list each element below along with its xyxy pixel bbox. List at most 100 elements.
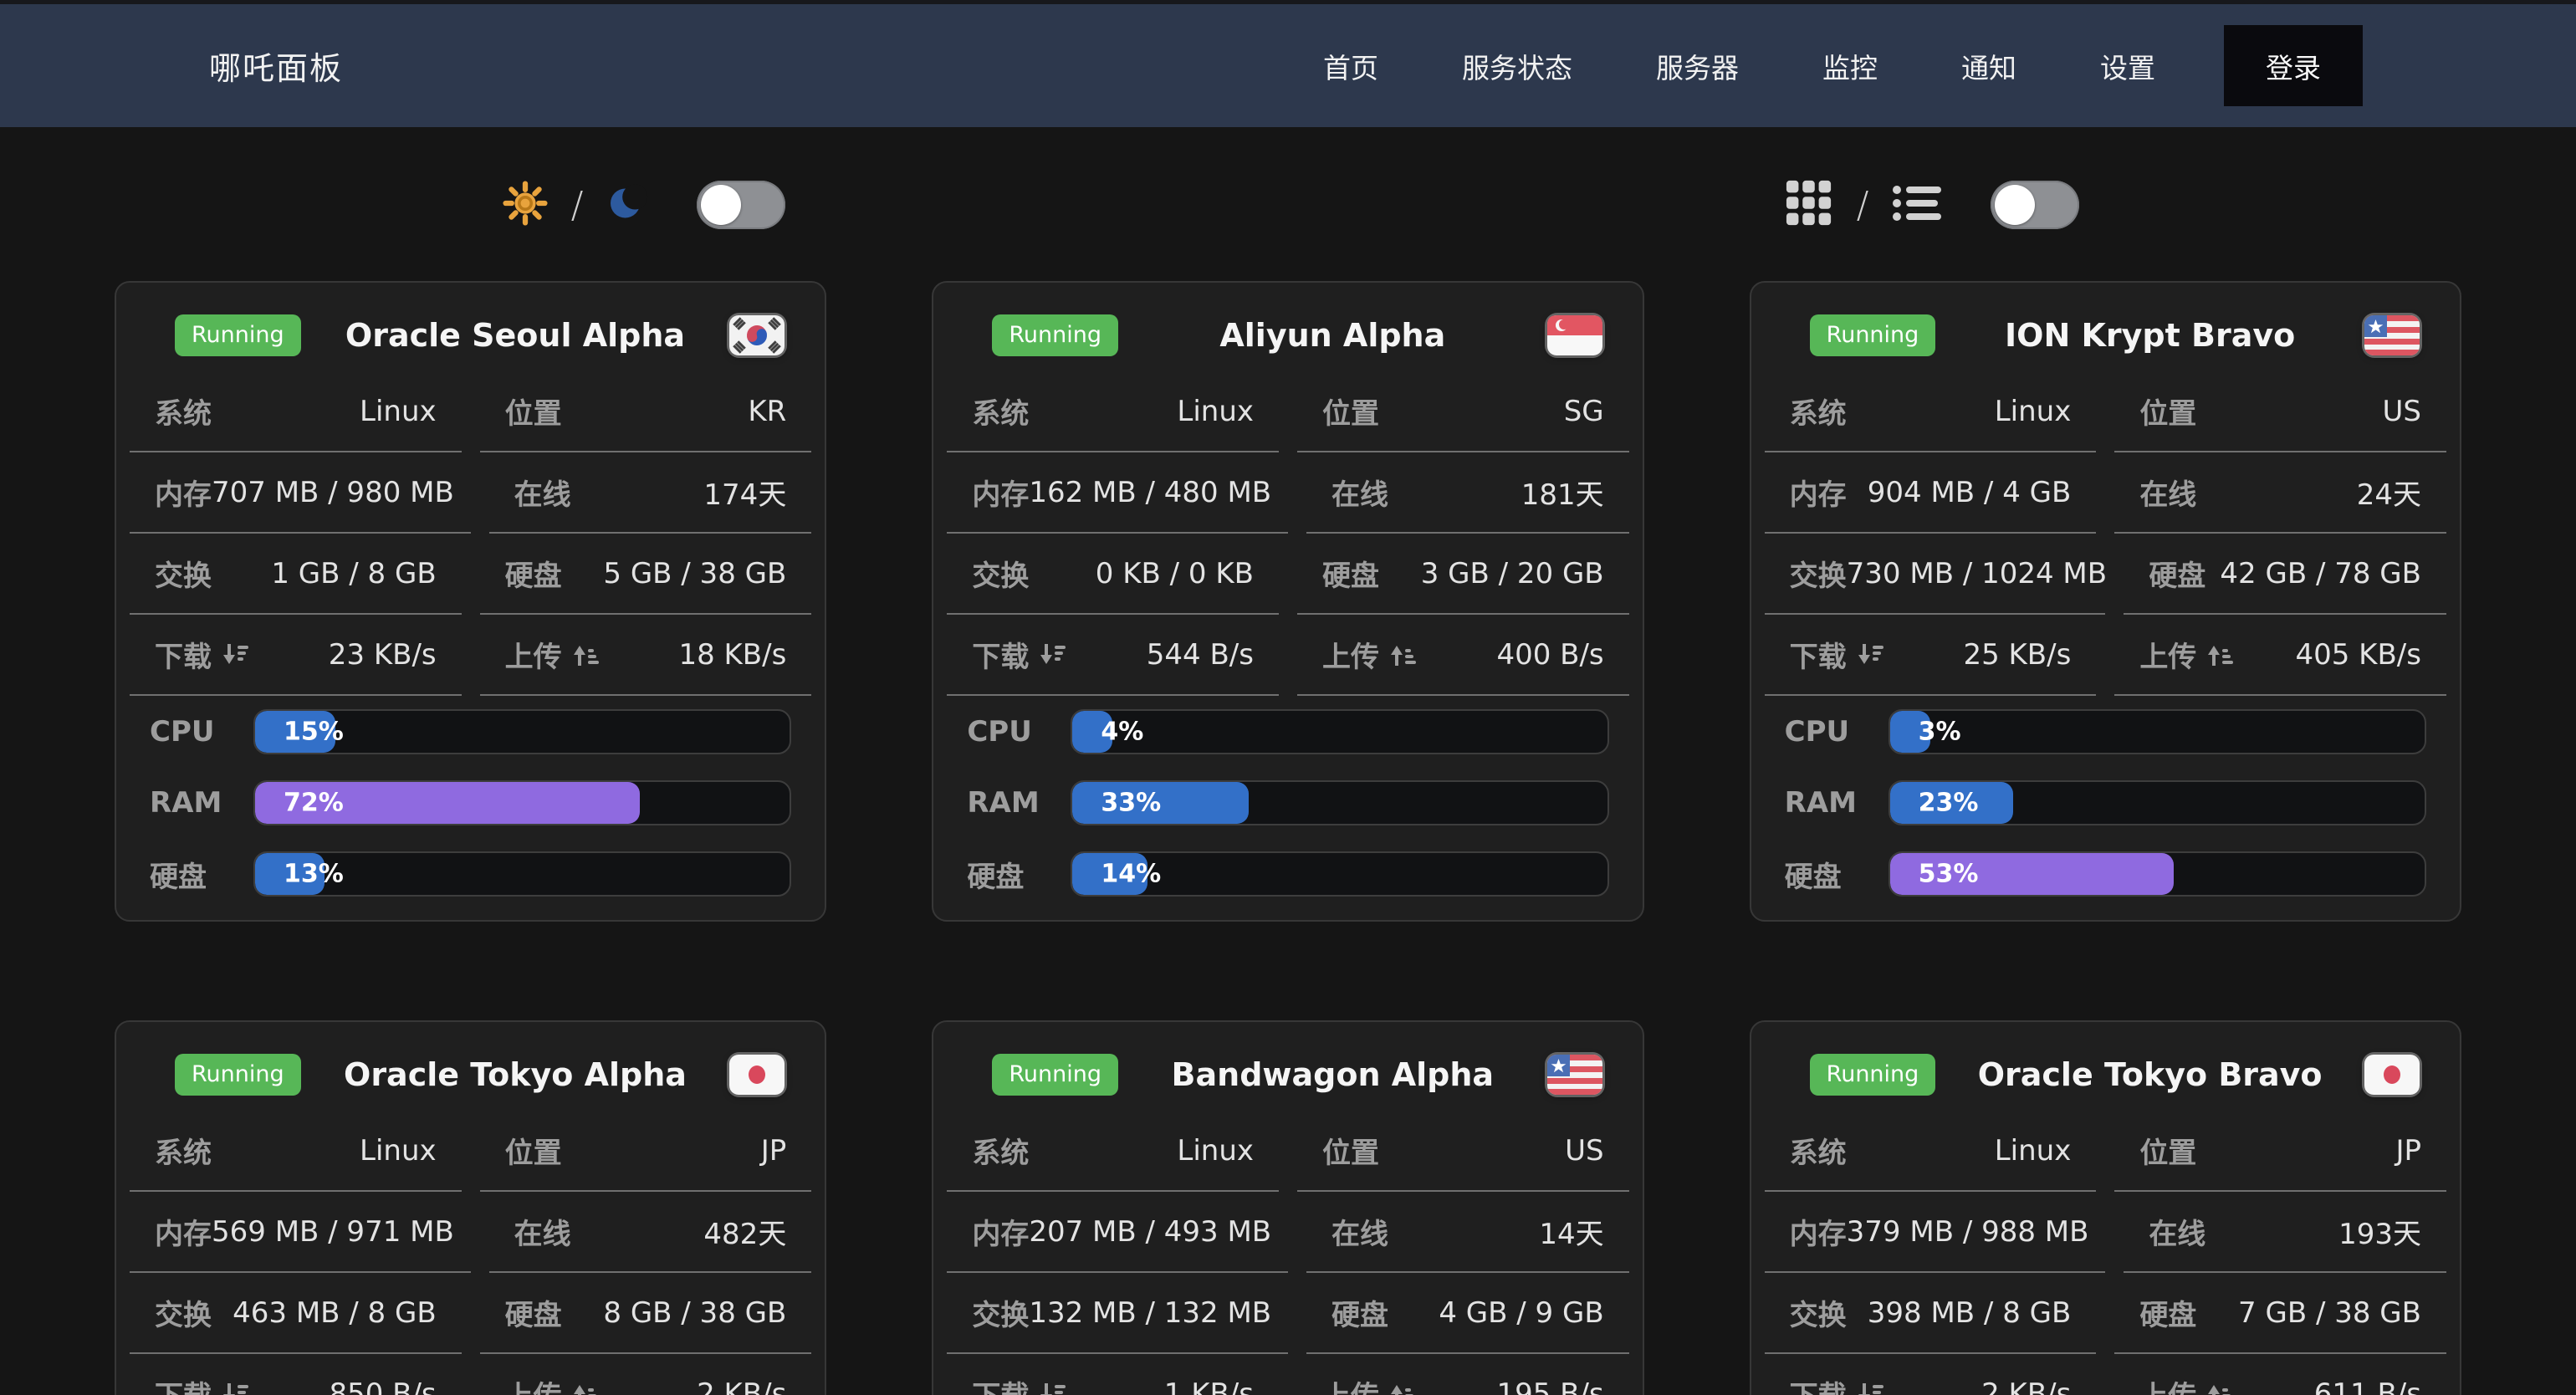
uptime-value: 174天 xyxy=(703,472,786,513)
info-row-network: 下载 850 B/s 上传 xyxy=(130,1354,811,1395)
nav-menu: 首页 服务状态 服务器 监控 通知 设置 登录 xyxy=(1323,25,2363,106)
bar-label: CPU xyxy=(967,715,1071,749)
memory-label: 内存 xyxy=(1790,472,1847,513)
status-badge: Running xyxy=(175,314,301,356)
download-value: 25 KB/s xyxy=(1963,638,2071,672)
server-info-table: 系统 Linux 位置 US 内存 207 MB / 493 MB 在线 14天 xyxy=(947,1111,1628,1395)
memory-label: 内存 xyxy=(972,1211,1029,1252)
swap-label: 交换 xyxy=(155,1292,212,1333)
theme-toggle-group: / xyxy=(0,161,1288,249)
bar-label: 硬盘 xyxy=(150,854,253,895)
disk-label: 硬盘 xyxy=(505,553,562,594)
upload-value: 195 B/s xyxy=(1496,1377,1603,1395)
bar-label: RAM xyxy=(967,786,1071,820)
usage-bars: CPU 4% RAM 33% 硬盘14% xyxy=(933,696,1642,897)
server-card-header: Running ION Krypt Bravo xyxy=(1751,311,2460,360)
progress-percent: 33% xyxy=(1101,789,1161,818)
nav-item-settings[interactable]: 设置 xyxy=(2100,46,2155,86)
app-title: 哪吒面板 xyxy=(209,43,343,89)
nav-item-notifications[interactable]: 通知 xyxy=(1961,46,2016,86)
server-name: Aliyun Alpha xyxy=(1118,317,1547,354)
location-value: KR xyxy=(748,395,786,428)
moon-icon xyxy=(606,182,648,227)
info-row-swap-disk: 交换 1 GB / 8 GB 硬盘 5 GB / 38 GB xyxy=(130,534,811,615)
memory-value: 162 MB / 480 MB xyxy=(1029,476,1271,509)
disk-label: 硬盘 xyxy=(2149,553,2205,594)
toolbar: / / xyxy=(0,161,2576,249)
view-toggle-switch[interactable] xyxy=(1991,181,2079,229)
system-label: 系统 xyxy=(1790,391,1847,432)
info-row-swap-disk: 交换 730 MB / 1024 MB 硬盘 42 GB / 78 GB xyxy=(1765,534,2446,615)
info-row-network: 下载 544 B/s 上传 xyxy=(947,615,1628,696)
server-name: Oracle Tokyo Alpha xyxy=(301,1056,730,1093)
nav-item-service-status[interactable]: 服务状态 xyxy=(1462,46,1572,86)
server-info-table: 系统 Linux 位置 US 内存 904 MB / 4 GB 在线 24天 xyxy=(1765,371,2446,696)
info-row-system-location: 系统 Linux 位置 JP xyxy=(130,1111,811,1192)
info-row-swap-disk: 交换 132 MB / 132 MB 硬盘 4 GB / 9 GB xyxy=(947,1273,1628,1354)
server-card-header: Running Oracle Seoul Alpha xyxy=(116,311,825,360)
system-label: 系统 xyxy=(155,1130,212,1171)
download-sort-icon xyxy=(222,641,248,668)
upload-sort-icon xyxy=(2206,641,2233,668)
navbar: 哪吒面板 首页 服务状态 服务器 监控 通知 设置 登录 xyxy=(0,0,2576,127)
info-row-memory-uptime: 内存 569 MB / 971 MB 在线 482天 xyxy=(130,1192,811,1273)
bar-label: 硬盘 xyxy=(967,854,1071,895)
server-card[interactable]: Running Bandwagon Alpha 系统 Linux 位置 US 内… xyxy=(932,1020,1643,1395)
info-row-memory-uptime: 内存 904 MB / 4 GB 在线 24天 xyxy=(1765,452,2446,534)
nav-item-home[interactable]: 首页 xyxy=(1323,46,1378,86)
download-label: 下载 xyxy=(155,634,248,675)
location-label: 位置 xyxy=(505,391,562,432)
login-button[interactable]: 登录 xyxy=(2224,25,2363,106)
memory-label: 内存 xyxy=(1790,1211,1847,1252)
disk-value: 42 GB / 78 GB xyxy=(2220,557,2421,590)
nav-item-servers[interactable]: 服务器 xyxy=(1656,46,1739,86)
usage-bar-row: RAM23% xyxy=(1785,780,2426,825)
progress-percent: 23% xyxy=(1919,789,1979,818)
progress-track: 4% xyxy=(1071,709,1608,754)
swap-value: 398 MB / 8 GB xyxy=(1868,1296,2072,1330)
disk-value: 7 GB / 38 GB xyxy=(2238,1296,2421,1330)
progress-percent: 4% xyxy=(1101,718,1143,747)
memory-value: 569 MB / 971 MB xyxy=(212,1215,454,1249)
swap-label: 交换 xyxy=(972,553,1029,594)
bar-label: CPU xyxy=(150,715,253,749)
server-card[interactable]: Running ION Krypt Bravo 系统 Linux 位置 US 内… xyxy=(1750,281,2461,922)
upload-label: 上传 xyxy=(1322,634,1416,675)
system-label: 系统 xyxy=(155,391,212,432)
server-info-table: 系统 Linux 位置 SG 内存 162 MB / 480 MB 在线 181… xyxy=(947,371,1628,696)
progress-track: 3% xyxy=(1889,709,2426,754)
country-flag-icon xyxy=(1547,315,1602,355)
info-row-system-location: 系统 Linux 位置 US xyxy=(1765,371,2446,452)
view-toggle-group: / xyxy=(1288,161,2576,249)
info-row-memory-uptime: 内存 207 MB / 493 MB 在线 14天 xyxy=(947,1192,1628,1273)
download-label: 下载 xyxy=(972,634,1066,675)
server-name: Bandwagon Alpha xyxy=(1118,1056,1547,1093)
usage-bar-row: CPU3% xyxy=(1785,709,2426,754)
info-row-network: 下载 1 KB/s 上传 xyxy=(947,1354,1628,1395)
uptime-value: 482天 xyxy=(703,1211,786,1252)
upload-sort-icon xyxy=(1389,641,1416,668)
disk-label: 硬盘 xyxy=(1331,1292,1388,1333)
server-card[interactable]: Running Oracle Seoul Alpha 系统 Linux 位置 K… xyxy=(115,281,826,922)
download-sort-icon xyxy=(222,1381,248,1395)
system-value: Linux xyxy=(360,1134,437,1168)
location-value: SG xyxy=(1564,395,1604,428)
nav-item-monitoring[interactable]: 监控 xyxy=(1822,46,1878,86)
usage-bar-row: 硬盘14% xyxy=(967,851,1608,897)
disk-value: 8 GB / 38 GB xyxy=(603,1296,786,1330)
uptime-value: 14天 xyxy=(1539,1211,1603,1252)
disk-value: 3 GB / 20 GB xyxy=(1421,557,1604,590)
swap-value: 1 GB / 8 GB xyxy=(271,557,436,590)
theme-toggle-switch[interactable] xyxy=(697,181,785,229)
download-sort-icon xyxy=(1039,1381,1066,1395)
country-flag-icon xyxy=(1547,1055,1602,1095)
server-card[interactable]: Running Aliyun Alpha 系统 Linux 位置 SG 内存 1… xyxy=(932,281,1643,922)
memory-label: 内存 xyxy=(155,472,212,513)
server-card[interactable]: Running Oracle Tokyo Alpha 系统 Linux 位置 J… xyxy=(115,1020,826,1395)
system-value: Linux xyxy=(1177,395,1254,428)
progress-track: 13% xyxy=(253,851,791,897)
status-badge: Running xyxy=(175,1054,301,1096)
view-separator: / xyxy=(1857,184,1869,227)
usage-bar-row: RAM72% xyxy=(150,780,791,825)
server-card[interactable]: Running Oracle Tokyo Bravo 系统 Linux 位置 J… xyxy=(1750,1020,2461,1395)
